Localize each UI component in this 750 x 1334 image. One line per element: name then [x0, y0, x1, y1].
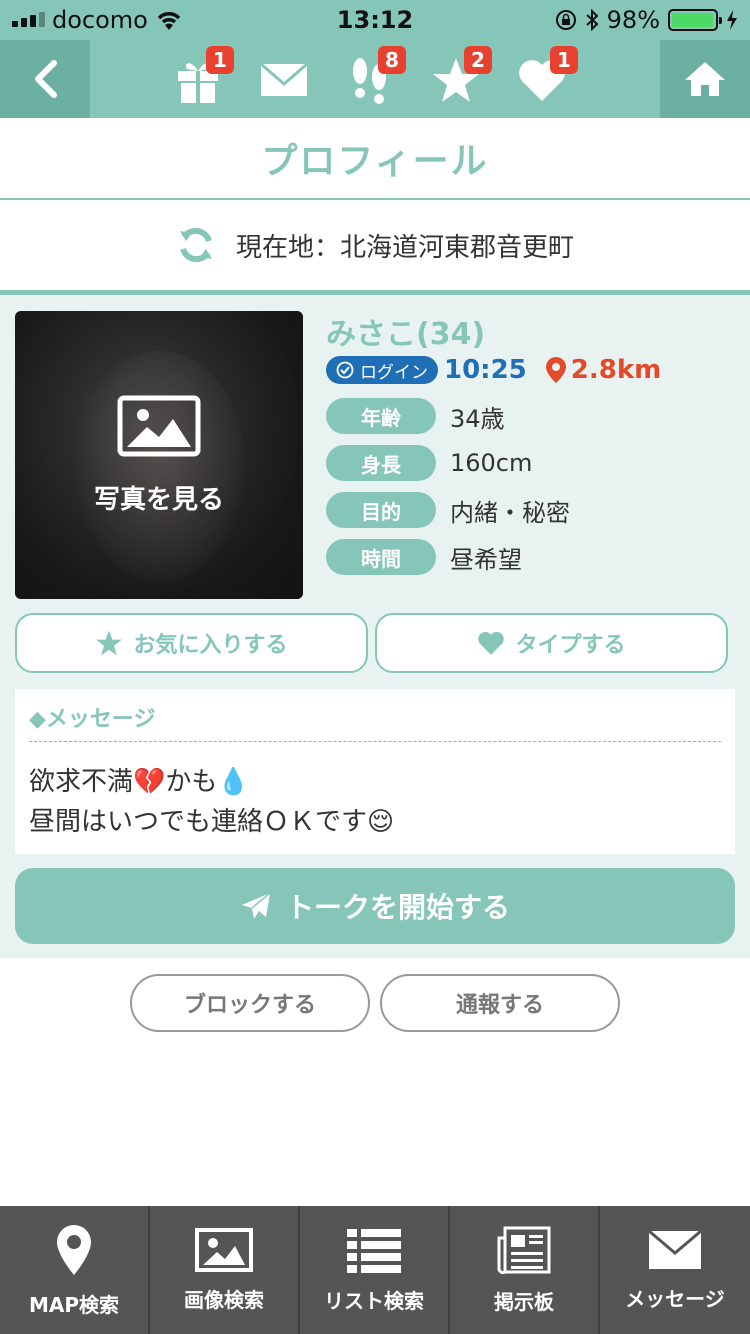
heart-badge: 1	[550, 46, 578, 74]
charging-icon	[727, 10, 737, 30]
tab-list-search[interactable]: リスト検索	[300, 1206, 450, 1334]
tab-label: メッセージ	[625, 1286, 725, 1311]
map-pin-icon	[57, 1224, 91, 1275]
message-line-1: 欲求不満💔かも💧	[29, 767, 250, 797]
home-icon	[685, 62, 725, 96]
profile-name: みさこ(34)	[326, 317, 486, 352]
message-line-2: 昼間はいつでも連絡ＯＫです😌	[29, 807, 395, 837]
photo-overlay[interactable]: 写真を見る	[15, 311, 303, 599]
list-icon	[347, 1228, 401, 1273]
message-box: ◆メッセージ 欲求不満💔かも💧 昼間はいつでも連絡ＯＫです😌	[15, 689, 735, 854]
image-icon	[195, 1227, 253, 1272]
tab-map-search[interactable]: MAP検索	[0, 1206, 150, 1334]
mail-icon	[648, 1229, 702, 1269]
nav-icons: 1 8 2 1	[170, 46, 578, 108]
type-label: タイプする	[515, 633, 626, 658]
star-icon	[96, 630, 123, 656]
heart-button[interactable]: 1	[514, 46, 578, 108]
login-badge: ログイン	[326, 356, 438, 384]
location-text: 現在地：北海道河東郡音更町	[235, 232, 574, 263]
paper-plane-icon	[241, 892, 271, 919]
tab-label: 画像検索	[184, 1287, 264, 1312]
report-label: 通報する	[455, 993, 544, 1018]
footprint-badge: 8	[378, 46, 406, 74]
tab-label: リスト検索	[324, 1288, 424, 1313]
tab-bulletin-board[interactable]: 掲示板	[450, 1206, 600, 1334]
status-right: 98%	[555, 6, 738, 34]
report-button[interactable]: 通報する	[380, 974, 620, 1032]
attr-key: 年齢	[326, 398, 436, 434]
top-nav: 1 8 2 1	[0, 40, 750, 118]
attr-time: 時間 昼希望	[326, 539, 522, 575]
login-time: 10:25	[444, 355, 527, 385]
page-title-bar: プロフィール	[0, 118, 750, 200]
attr-value: 内緒・秘密	[450, 498, 570, 527]
top-header: docomo 13:12 98% 1 8 2 1	[0, 0, 750, 118]
block-button[interactable]: ブロックする	[130, 974, 370, 1032]
bulletin-board-icon	[497, 1226, 551, 1274]
view-photo-label: 写真を見る	[93, 484, 224, 515]
tab-label: MAP検索	[28, 1292, 120, 1317]
check-circle-icon	[336, 361, 354, 379]
attr-value: 34歳	[450, 404, 505, 433]
tab-label: 掲示板	[494, 1289, 554, 1314]
chevron-left-icon	[35, 60, 57, 98]
mail-icon	[260, 62, 308, 96]
refresh-icon[interactable]	[176, 225, 216, 265]
attr-purpose: 目的 内緒・秘密	[326, 492, 570, 528]
back-button[interactable]	[0, 40, 90, 118]
login-row: ログイン 10:25 2.8km	[326, 355, 661, 385]
attr-key: 身長	[326, 445, 436, 481]
tab-image-search[interactable]: 画像検索	[150, 1206, 300, 1334]
tab-message[interactable]: メッセージ	[600, 1206, 750, 1334]
home-button[interactable]	[660, 40, 750, 118]
distance-value: 2.8km	[570, 355, 662, 385]
attr-value: 昼希望	[450, 545, 522, 574]
orientation-lock-icon	[555, 10, 576, 30]
dashed-divider	[29, 741, 721, 742]
attr-key: 目的	[326, 492, 436, 528]
start-talk-button[interactable]: トークを開始する	[15, 868, 735, 944]
battery-icon	[668, 9, 722, 31]
message-heading: ◆メッセージ	[29, 707, 156, 732]
attr-height: 身長 160cm	[326, 445, 532, 481]
star-button[interactable]: 2	[428, 46, 492, 108]
start-talk-label: トークを開始する	[285, 891, 510, 924]
bottom-tab-bar: MAP検索 画像検索 リスト検索 掲示板 メッセージ	[0, 1206, 750, 1334]
login-label: ログイン	[360, 362, 428, 383]
page-title: プロフィール	[261, 141, 489, 182]
star-badge: 2	[464, 46, 492, 74]
attr-key: 時間	[326, 539, 436, 575]
attr-value: 160cm	[450, 449, 533, 477]
heart-icon	[478, 631, 505, 655]
gift-button[interactable]: 1	[170, 46, 234, 108]
favorite-button[interactable]: お気に入りする	[15, 613, 368, 673]
block-label: ブロックする	[183, 993, 316, 1018]
favorite-label: お気に入りする	[133, 633, 288, 658]
mail-button[interactable]	[256, 52, 312, 108]
location-row[interactable]: 現在地：北海道河東郡音更町	[0, 200, 750, 290]
footprint-button[interactable]: 8	[342, 46, 406, 108]
profile-photo[interactable]: 写真を見る	[15, 311, 303, 599]
battery-percent: 98%	[606, 6, 660, 34]
profile-card: 写真を見る みさこ(34) ログイン 10:25 2.8km 年齢 34歳 身長…	[0, 295, 750, 958]
location-pin-icon	[545, 357, 566, 383]
gift-badge: 1	[206, 46, 234, 74]
status-bar: docomo 13:12 98%	[0, 0, 750, 40]
image-icon	[117, 395, 201, 456]
bluetooth-icon	[585, 9, 599, 31]
attr-age: 年齢 34歳	[326, 398, 505, 434]
type-button[interactable]: タイプする	[375, 613, 728, 673]
distance: 2.8km	[545, 355, 661, 385]
